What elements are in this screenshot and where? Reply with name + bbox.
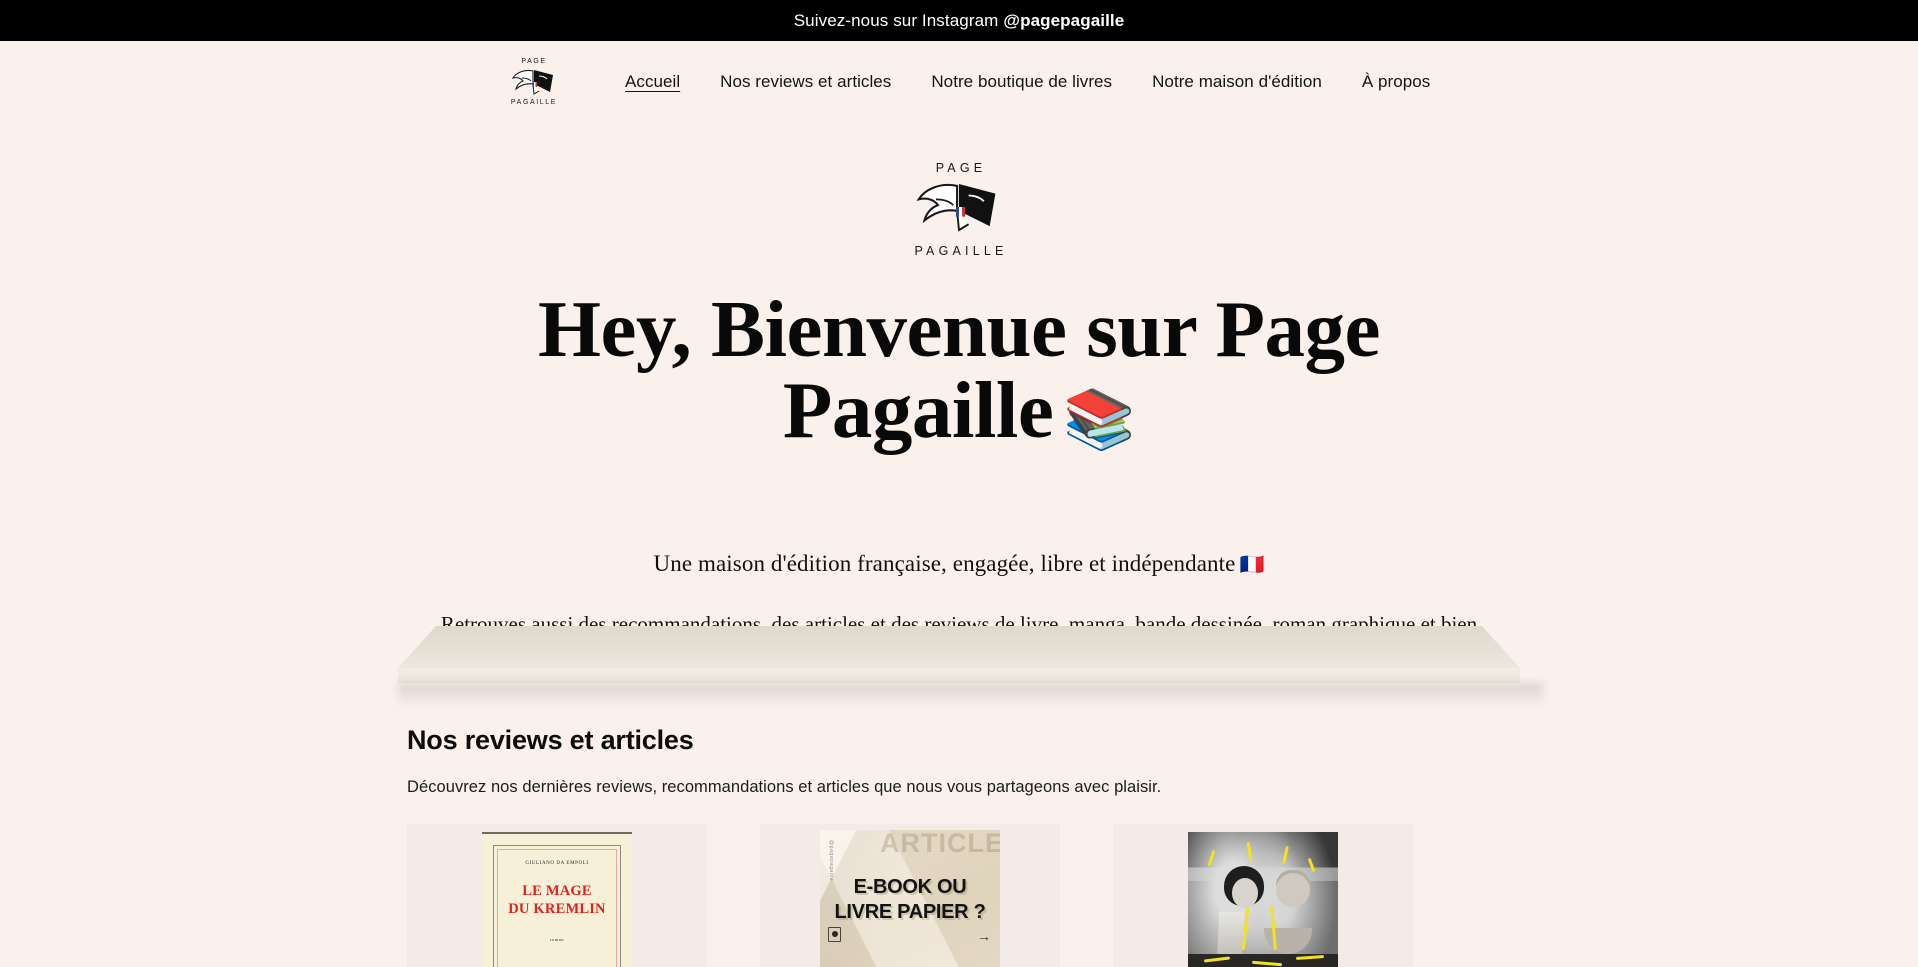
nav-logo-top-text: PAGE [521,57,547,65]
nav-logo[interactable]: PAGE PAGAILLE [504,51,564,113]
cover-title-line2: DU KREMLIN [508,900,606,917]
hero-section: PAGE PAGAILLE Hey, Bienvenue sur Page Pa… [0,158,1918,707]
instagram-handle-link[interactable]: @pagepagaille [1003,11,1124,31]
shelf-front-edge [398,668,1520,683]
hero-subcopy: Retrouves aussi des recommandations, des… [422,610,1497,670]
hero-logo-bottom-text: PAGAILLE [914,243,1008,258]
arrow-right-icon: → [977,927,991,944]
hero-logo: PAGE PAGAILLE [884,158,1034,261]
announcement-text: Suivez-nous sur Instagram [793,10,999,30]
article-cover-image: ARTICLE @pagepagaille E-BOOK OU LIVRE PA… [820,829,1000,967]
cover-title: LE MAGE DU KREMLIN [482,882,632,918]
nav-item-maison-edition[interactable]: Notre maison d'édition [1132,72,1342,92]
open-book-logo-icon [510,67,558,97]
main-navigation: PAGE PAGAILLE Accueil Nos reviews et art… [0,41,1918,122]
page-title-text: Hey, Bienvenue sur Page Pagaille [537,284,1381,455]
review-card-ebook-ou-livre-papier[interactable]: ARTICLE @pagepagaille E-BOOK OU LIVRE PA… [760,823,1060,967]
book-cover-image: GRINGE ENSEMBLE, ON ABOIE EN SILENCE [1188,831,1338,967]
nav-logo-bottom-text: PAGAILLE [510,98,558,106]
hero-subcopy-text: Retrouves aussi des recommandations, des… [440,612,1478,666]
cover-yellow-scribbles [1188,832,1338,967]
hero-tagline: Une maison d'édition française, engagée,… [0,551,1918,577]
section-subtitle: Découvrez nos dernières reviews, recomma… [407,777,1162,796]
book-cover-image: GIULIANO DA EMPOLI LE MAGE DU KREMLIN ro… [482,831,632,967]
relieved-face-emoji-icon: ☺️ [996,644,1021,666]
nav-item-reviews[interactable]: Nos reviews et articles [700,72,911,92]
shelf-shadow [398,683,1543,707]
article-headline-line2: LIVRE PAPIER ? [834,900,986,923]
cover-author: GIULIANO DA EMPOLI [525,860,589,866]
article-headline-line1: E-BOOK OU [853,875,967,898]
card-media: ARTICLE @pagepagaille E-BOOK OU LIVRE PA… [820,829,1000,967]
review-card-le-mage-du-kremlin[interactable]: GIULIANO DA EMPOLI LE MAGE DU KREMLIN ro… [407,823,707,967]
books-emoji-icon: 📚 [1063,387,1136,452]
article-headline: E-BOOK OU LIVRE PAPIER ? [820,875,1000,925]
page-title: Hey, Bienvenue sur Page Pagaille 📚 [459,289,1459,451]
nav-item-accueil[interactable]: Accueil [605,72,700,92]
announcement-bar: Suivez-nous sur Instagram @pagepagaille [0,0,1918,41]
card-media: GRINGE ENSEMBLE, ON ABOIE EN SILENCE [1188,831,1338,967]
review-card-gringe[interactable]: GRINGE ENSEMBLE, ON ABOIE EN SILENCE [1113,823,1413,967]
review-cards-list: GIULIANO DA EMPOLI LE MAGE DU KREMLIN ro… [389,823,1529,967]
article-watermark: ARTICLE [880,829,1000,858]
nav-item-a-propos[interactable]: À propos [1342,72,1450,92]
open-book-logo-icon [913,178,1005,241]
card-media: GIULIANO DA EMPOLI LE MAGE DU KREMLIN ro… [482,831,632,967]
hero-tagline-text: Une maison d'édition française, engagée,… [653,551,1236,576]
france-flag-emoji-icon: 🇫🇷 [1239,554,1265,576]
cover-title-line1: LE MAGE [522,882,592,899]
hero-logo-top-text: PAGE [935,161,987,175]
article-logo-badge [828,926,841,942]
nav-links: Accueil Nos reviews et articles Notre bo… [605,72,1450,92]
nav-item-boutique[interactable]: Notre boutique de livres [911,72,1132,92]
cover-kind: roman [550,936,564,942]
section-title: Nos reviews et articles [407,724,694,755]
reviews-section: Nos reviews et articles Découvrez nos de… [389,725,1529,797]
